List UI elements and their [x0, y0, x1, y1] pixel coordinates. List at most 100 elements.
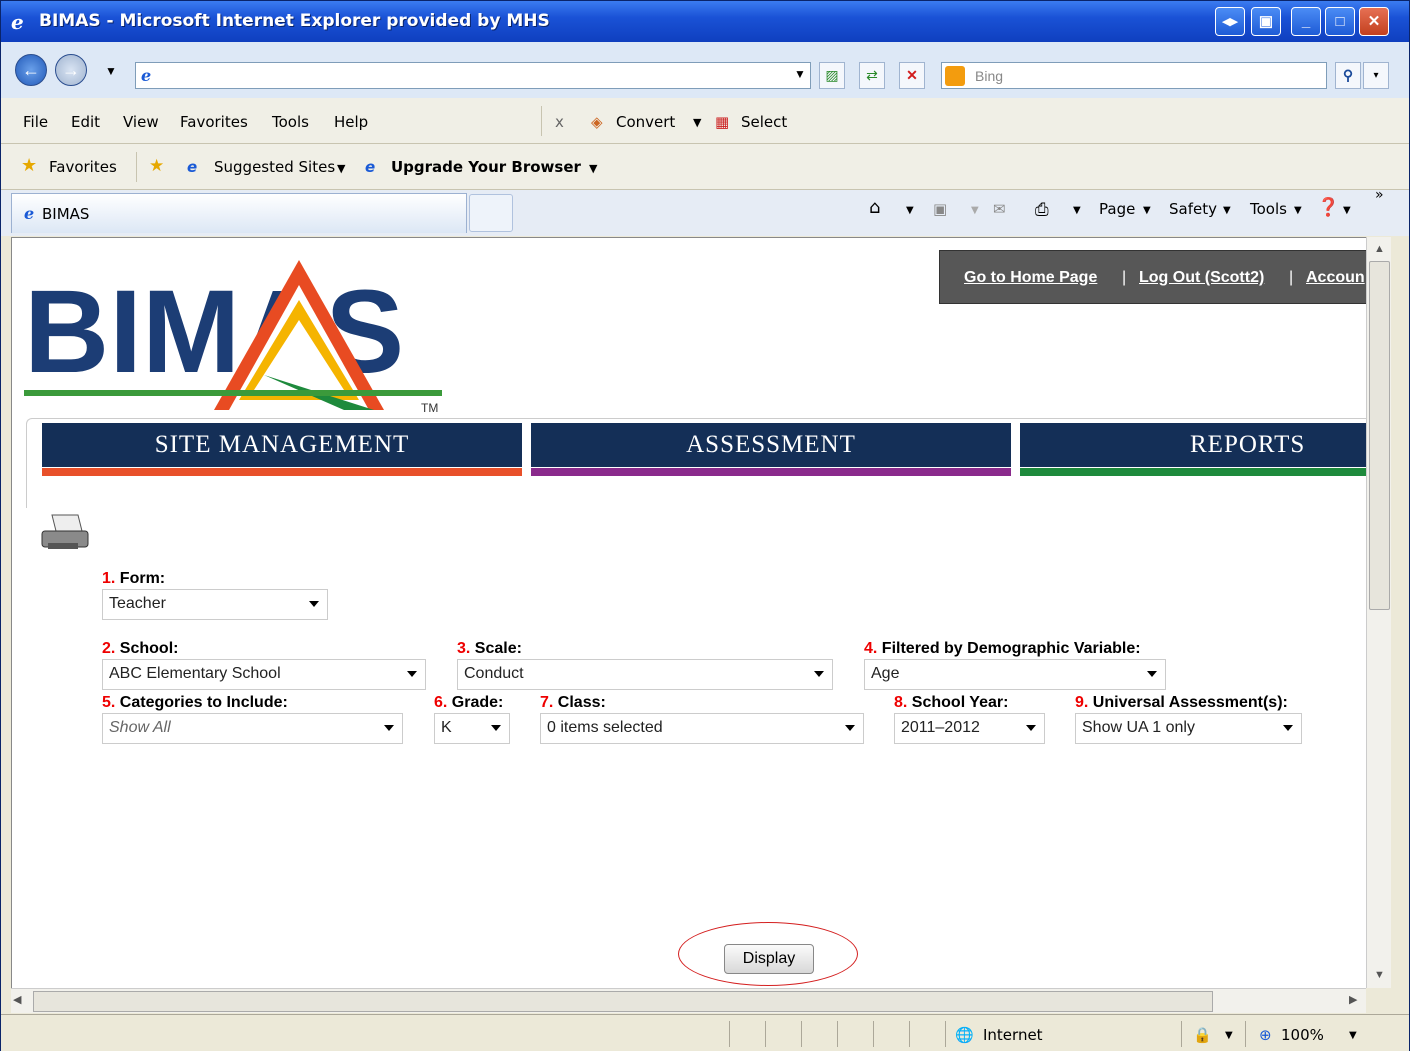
chevron-down-icon[interactable]: ▼: [589, 162, 597, 175]
class-select[interactable]: 0 items selected: [540, 713, 864, 744]
chevron-down-icon[interactable]: ▼: [1349, 1030, 1357, 1041]
horizontal-scrollbar[interactable]: ◀ ▶: [11, 988, 1366, 1013]
chevron-down-icon[interactable]: ▼: [906, 205, 914, 216]
printer-icon[interactable]: [40, 513, 92, 553]
protected-mode-icon[interactable]: 🔒: [1193, 1026, 1212, 1044]
nav-reports[interactable]: REPORTS: [1020, 423, 1366, 467]
nav-underline: [531, 468, 1011, 476]
maximize-button[interactable]: □: [1325, 7, 1355, 36]
nav-assessment[interactable]: ASSESSMENT: [531, 423, 1011, 467]
upgrade-browser-link[interactable]: Upgrade Your Browser: [391, 158, 581, 176]
filter-select[interactable]: Age: [864, 659, 1166, 690]
menu-edit[interactable]: Edit: [71, 113, 100, 131]
categories-select[interactable]: Show All: [102, 713, 403, 744]
search-icon[interactable]: ⚲: [1335, 62, 1361, 89]
quick-tabs-icon[interactable]: ▣: [1251, 7, 1281, 36]
scale-select[interactable]: Conduct: [457, 659, 833, 690]
form-select[interactable]: Teacher: [102, 589, 328, 620]
chevron-down-icon: [309, 601, 319, 607]
refresh-icon[interactable]: ⇄: [859, 62, 885, 89]
security-zone: Internet: [983, 1026, 1043, 1044]
school-year-select[interactable]: 2011–2012: [894, 713, 1045, 744]
toolbar-close-button[interactable]: x: [555, 113, 564, 131]
mail-icon[interactable]: ✉: [993, 200, 1006, 218]
close-button[interactable]: ✕: [1359, 7, 1389, 36]
favorites-button[interactable]: Favorites: [49, 158, 117, 176]
safety-menu[interactable]: Safety: [1169, 200, 1217, 218]
divider: [837, 1021, 838, 1047]
chevron-down-icon[interactable]: ▼: [1073, 205, 1081, 216]
tools-menu[interactable]: Tools: [1250, 200, 1287, 218]
zoom-icon[interactable]: ⊕: [1259, 1026, 1272, 1044]
compatibility-icon[interactable]: ▨: [819, 62, 845, 89]
address-dropdown-icon[interactable]: ▼: [789, 62, 811, 89]
chevron-down-icon[interactable]: ▼: [1223, 205, 1231, 216]
zoom-level[interactable]: 100%: [1281, 1026, 1324, 1044]
vertical-scrollbar[interactable]: ▲ ▼: [1366, 237, 1391, 988]
add-favorites-icon[interactable]: ★: [149, 156, 164, 176]
menu-favorites[interactable]: Favorites: [180, 113, 248, 131]
convert-button[interactable]: Convert: [616, 113, 675, 131]
school-select[interactable]: ABC Elementary School: [102, 659, 426, 690]
tab-bimas[interactable]: e BIMAS: [11, 193, 467, 233]
nav-site-management[interactable]: SITE MANAGEMENT: [42, 423, 522, 467]
ua-select[interactable]: Show UA 1 only: [1075, 713, 1302, 744]
logo-tm: TM: [421, 401, 438, 415]
favorites-bar: ★ Favorites ★ e Suggested Sites ▼ e Upgr…: [1, 144, 1409, 190]
chevron-down-icon[interactable]: ▼: [1143, 205, 1151, 216]
more-commands-icon[interactable]: »: [1375, 187, 1384, 203]
class-label: 7. Class:: [540, 694, 606, 711]
scroll-up-icon[interactable]: ▲: [1369, 239, 1390, 260]
help-icon[interactable]: ❓: [1317, 197, 1339, 218]
filter-label: 4. Filtered by Demographic Variable:: [864, 640, 1141, 657]
menu-file[interactable]: File: [23, 113, 48, 131]
scroll-left-icon[interactable]: ◀: [13, 993, 21, 1006]
scroll-thumb[interactable]: [33, 991, 1213, 1012]
globe-icon: 🌐: [955, 1026, 974, 1044]
grade-select[interactable]: K: [434, 713, 510, 744]
select-button[interactable]: Select: [741, 113, 787, 131]
divider: [909, 1021, 910, 1047]
scroll-thumb[interactable]: [1369, 261, 1390, 610]
back-icon[interactable]: ←: [15, 54, 47, 86]
logout-link[interactable]: Log Out (Scott2): [1139, 269, 1264, 287]
tab-title: BIMAS: [42, 205, 90, 223]
account-link[interactable]: Accoun: [1306, 269, 1365, 287]
display-button[interactable]: Display: [724, 944, 814, 974]
chevron-down-icon[interactable]: ▼: [1343, 205, 1351, 216]
menu-help[interactable]: Help: [334, 113, 368, 131]
home-page-link[interactable]: Go to Home Page: [964, 269, 1097, 287]
chevron-down-icon: [384, 725, 394, 731]
menu-view[interactable]: View: [123, 113, 159, 131]
forward-icon[interactable]: →: [55, 54, 87, 86]
new-tab-button[interactable]: [469, 194, 513, 232]
chevron-down-icon[interactable]: ▼: [337, 162, 345, 175]
convert-icon[interactable]: ◈: [591, 113, 603, 131]
chevron-down-icon: [1283, 725, 1293, 731]
menu-tools[interactable]: Tools: [272, 113, 309, 131]
scroll-right-icon[interactable]: ▶: [1349, 993, 1357, 1006]
tab-list-icon[interactable]: ◂▸: [1215, 7, 1245, 36]
stop-icon[interactable]: ✕: [899, 62, 925, 89]
minimize-button[interactable]: _: [1291, 7, 1321, 36]
feeds-icon[interactable]: ▣: [933, 200, 947, 218]
divider: [945, 1021, 946, 1047]
search-options-icon[interactable]: ▾: [1363, 62, 1389, 89]
convert-dropdown-icon[interactable]: ▼: [693, 116, 701, 129]
chevron-down-icon[interactable]: ▼: [1294, 205, 1302, 216]
browser-window: e BIMAS - Microsoft Internet Explorer pr…: [0, 0, 1410, 1051]
divider: [541, 106, 542, 136]
page-menu[interactable]: Page: [1099, 200, 1135, 218]
address-input[interactable]: e: [135, 62, 811, 89]
scroll-down-icon[interactable]: ▼: [1369, 965, 1390, 986]
suggested-sites-link[interactable]: Suggested Sites: [214, 158, 335, 176]
favorites-star-icon: ★: [21, 155, 38, 176]
print-icon[interactable]: ⎙: [1035, 200, 1049, 220]
home-icon[interactable]: ⌂: [869, 197, 880, 218]
ie-icon: e: [11, 10, 24, 34]
nav-underline: [42, 468, 522, 476]
chevron-down-icon[interactable]: ▼: [1225, 1030, 1233, 1041]
search-input[interactable]: Bing: [941, 62, 1327, 89]
select-icon[interactable]: ▦: [715, 113, 729, 131]
history-dropdown-icon[interactable]: ▼: [105, 64, 117, 78]
